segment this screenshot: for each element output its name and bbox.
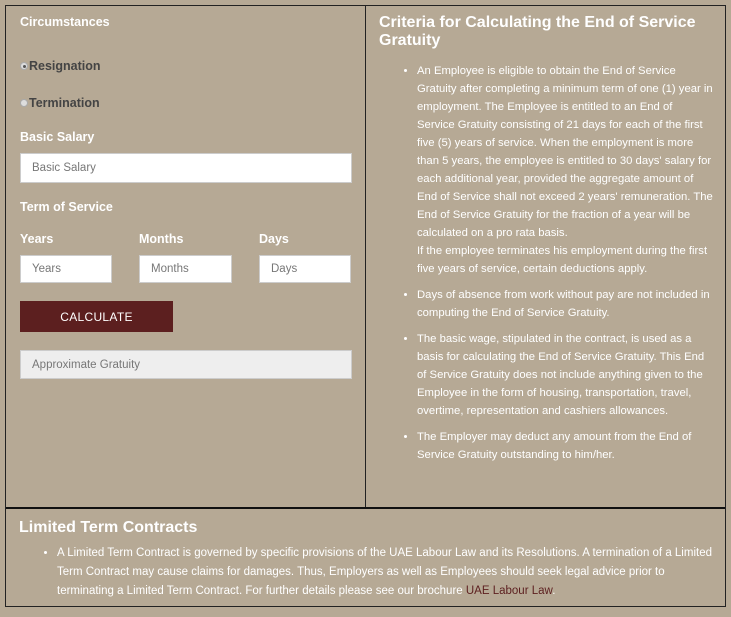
list-item: The Employer may deduct any amount from … (417, 428, 713, 464)
limited-term-list: A Limited Term Contract is governed by s… (19, 544, 712, 601)
list-item: A Limited Term Contract is governed by s… (57, 544, 712, 601)
days-input[interactable] (259, 255, 351, 283)
radio-unselected-icon[interactable] (20, 99, 28, 107)
approximate-gratuity-output[interactable] (20, 350, 352, 379)
circumstances-label: Circumstances (20, 15, 110, 29)
term-of-service-label: Term of Service (20, 200, 113, 214)
limited-term-title: Limited Term Contracts (19, 519, 198, 536)
basic-salary-input[interactable] (20, 153, 352, 183)
calculate-button[interactable]: CALCULATE (20, 301, 173, 332)
criteria-title: Criteria for Calculating the End of Serv… (379, 14, 696, 49)
radio-label: Termination (29, 96, 100, 110)
list-item: The basic wage, stipulated in the contra… (417, 330, 713, 420)
list-item: Days of absence from work without pay ar… (417, 286, 713, 322)
criteria-panel: Criteria for Calculating the End of Serv… (367, 6, 725, 507)
radio-selected-icon[interactable] (20, 62, 28, 70)
list-item-text: An Employee is eligible to obtain the En… (417, 65, 713, 239)
months-input[interactable] (139, 255, 232, 283)
list-item-text: A Limited Term Contract is governed by s… (57, 547, 712, 597)
years-label: Years (20, 232, 54, 246)
days-label: Days (259, 232, 289, 246)
radio-resignation[interactable]: Resignation (20, 59, 101, 73)
radio-termination[interactable]: Termination (20, 96, 100, 110)
years-input[interactable] (20, 255, 112, 283)
basic-salary-label: Basic Salary (20, 130, 95, 144)
list-item-text: If the employee terminates his employmen… (417, 245, 708, 275)
limited-term-section: Limited Term Contracts A Limited Term Co… (6, 511, 725, 617)
criteria-list: An Employee is eligible to obtain the En… (379, 62, 713, 464)
page-container: Circumstances Resignation Termination Ba… (5, 5, 726, 607)
gratuity-form: Circumstances Resignation Termination Ba… (6, 6, 366, 507)
uae-labour-law-link[interactable]: UAE Labour Law (466, 585, 552, 597)
months-label: Months (139, 232, 184, 246)
list-item: An Employee is eligible to obtain the En… (417, 62, 713, 278)
radio-label: Resignation (29, 59, 101, 73)
calculator-section: Circumstances Resignation Termination Ba… (6, 6, 725, 509)
